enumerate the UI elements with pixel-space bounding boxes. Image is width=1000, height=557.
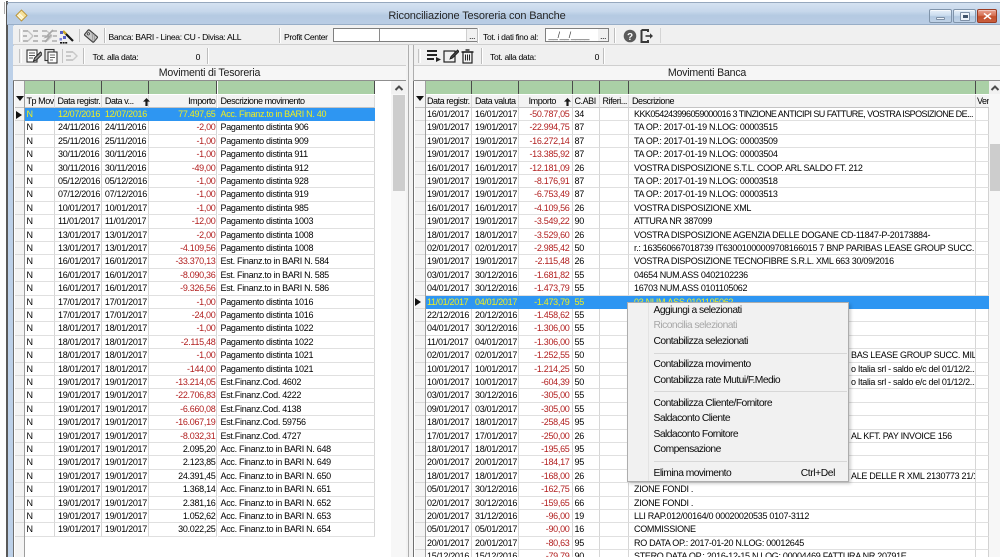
svg-text:?: ? xyxy=(626,31,632,42)
